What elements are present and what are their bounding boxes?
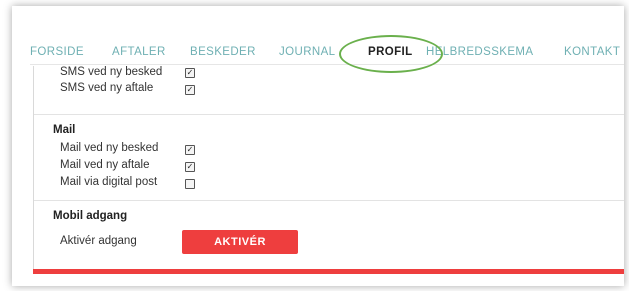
sms-new-appointment-checkbox[interactable]: ✓ (185, 85, 195, 95)
mobile-access-heading: Mobil adgang (53, 210, 128, 222)
sms-new-appointment-label: SMS ved ny aftale (60, 82, 154, 94)
mail-digital-post-checkbox[interactable] (185, 179, 195, 189)
section-divider (34, 114, 624, 115)
app-frame: FORSIDE AFTALER BESKEDER JOURNAL PROFIL … (12, 6, 624, 286)
profile-settings-panel: SMS ved ny besked ✓ SMS ved ny aftale ✓ … (33, 66, 624, 274)
activate-button[interactable]: AKTIVÉR (182, 230, 298, 254)
tab-journal[interactable]: JOURNAL (279, 46, 335, 58)
mail-new-appointment-label: Mail ved ny aftale (60, 159, 150, 171)
tab-kontakt[interactable]: KONTAKT (564, 46, 620, 58)
footer-accent-bar (33, 269, 624, 274)
mail-digital-post-label: Mail via digital post (60, 176, 158, 188)
mail-new-appointment-checkbox[interactable]: ✓ (185, 162, 195, 172)
mail-new-message-checkbox[interactable]: ✓ (185, 145, 195, 155)
mail-new-message-label: Mail ved ny besked (60, 142, 159, 154)
sms-new-message-checkbox[interactable]: ✓ (185, 68, 195, 78)
top-navigation: FORSIDE AFTALER BESKEDER JOURNAL PROFIL … (12, 6, 624, 66)
tab-beskeder[interactable]: BESKEDER (190, 46, 256, 58)
section-divider (34, 200, 624, 201)
activate-access-label: Aktivér adgang (60, 235, 137, 247)
mail-heading: Mail (53, 124, 76, 136)
tab-forside[interactable]: FORSIDE (30, 46, 84, 58)
sms-new-message-label: SMS ved ny besked (60, 66, 163, 78)
tab-aftaler[interactable]: AFTALER (112, 46, 166, 58)
nav-divider (30, 64, 624, 65)
